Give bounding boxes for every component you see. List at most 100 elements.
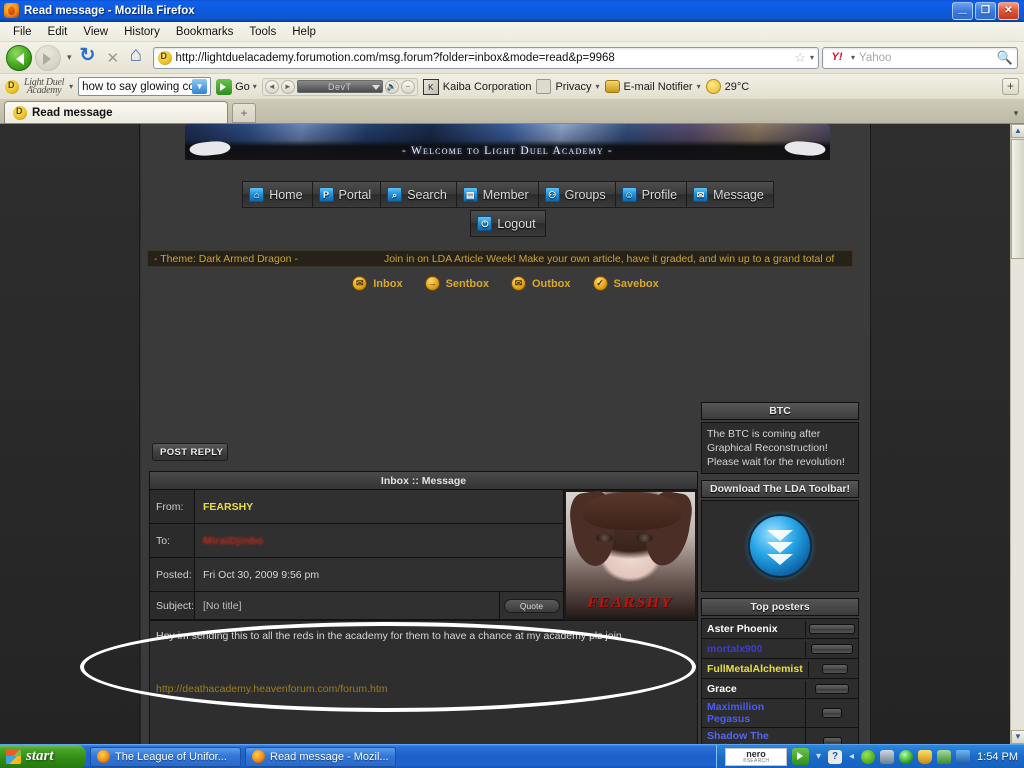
home-icon[interactable]: [128, 43, 150, 69]
top-poster-name[interactable]: Grace: [702, 680, 806, 697]
lda-toolbar-dropdown-icon[interactable]: ▾: [69, 82, 73, 91]
minimize-button[interactable]: _: [952, 0, 973, 20]
new-tab-button[interactable]: +: [232, 103, 256, 123]
nav-button-search[interactable]: ⌕ Search: [380, 181, 457, 208]
tray-caret-icon[interactable]: ▾: [814, 751, 823, 762]
tab-list-dropdown-icon[interactable]: ▾: [1008, 101, 1024, 123]
taskbar-item-league[interactable]: The League of Unifor...: [90, 746, 241, 767]
top-poster-name[interactable]: Shadow The Hedgehog: [702, 728, 806, 744]
network-icon[interactable]: [880, 749, 895, 764]
top-poster-name[interactable]: Maximillion Pegasus: [702, 699, 806, 727]
yahoo-icon: Y!: [827, 51, 847, 64]
url-input[interactable]: http://lightduelacademy.forumotion.com/m…: [176, 52, 791, 64]
magnifier-icon[interactable]: 🔍: [997, 50, 1013, 66]
taskbar-item-read-message[interactable]: Read message - Mozil...: [245, 746, 396, 767]
toolbar-go-button[interactable]: Go ▾: [216, 78, 257, 95]
nav-button-profile[interactable]: ☺ Profile: [614, 181, 688, 208]
ext-item-weather[interactable]: 29°C: [705, 79, 749, 94]
search-input[interactable]: Yahoo: [859, 52, 993, 64]
menu-history[interactable]: History: [117, 24, 167, 40]
table-row[interactable]: Maximillion Pegasus: [702, 699, 858, 728]
search-engine-dropdown-icon[interactable]: ▾: [851, 53, 855, 62]
nav-button-member[interactable]: ▤ Member: [455, 181, 539, 208]
top-poster-name[interactable]: FullMetalAlchemist: [702, 660, 809, 677]
devt-next-icon[interactable]: ►: [280, 79, 295, 94]
close-button[interactable]: ✕: [998, 1, 1019, 20]
search-bar[interactable]: Y! ▾ Yahoo 🔍: [822, 46, 1018, 69]
nav-button-home[interactable]: ⌂ Home: [242, 181, 313, 208]
to-value[interactable]: MiraiDjinbo: [203, 535, 263, 547]
devt-widget[interactable]: ◄ ► DevT 🔊 −: [261, 77, 418, 96]
devt-minus-icon[interactable]: −: [400, 79, 415, 94]
ext-item-email-notifier[interactable]: E-mail Notifier ▾: [604, 80, 701, 93]
tab-label: Read message: [32, 106, 113, 119]
mailbox-link-sentbox[interactable]: → Sentbox: [424, 276, 489, 291]
forward-arrow-icon[interactable]: [35, 44, 61, 71]
post-reply-button[interactable]: POST REPLY: [152, 443, 228, 461]
menu-file[interactable]: File: [6, 24, 39, 40]
antivirus-icon[interactable]: [937, 749, 952, 764]
mailbox-link-outbox[interactable]: ✉ Outbox: [511, 276, 571, 291]
top-poster-name[interactable]: Aster Phoenix: [702, 620, 806, 637]
system-clock[interactable]: 1:54 PM: [975, 751, 1018, 763]
msn-icon[interactable]: [861, 749, 876, 764]
back-arrow-icon[interactable]: [6, 44, 32, 71]
toolbar-search-input[interactable]: how to say glowing colors ▼: [78, 77, 212, 96]
from-value[interactable]: FEARSHY: [203, 501, 253, 513]
quote-button[interactable]: Quote: [503, 598, 560, 613]
savebox-icon: ✓: [592, 276, 608, 291]
go-arrow-icon[interactable]: [792, 748, 810, 765]
nav-button-portal[interactable]: P Portal: [311, 181, 382, 208]
nav-button-groups[interactable]: ⚇ Groups: [537, 181, 616, 208]
reload-icon[interactable]: [78, 44, 100, 69]
vertical-scrollbar[interactable]: ▲ ▼: [1010, 124, 1024, 744]
download-chevrons-icon[interactable]: [748, 514, 812, 578]
nero-search-widget[interactable]: nero ®SEARCH: [725, 747, 788, 766]
history-dropdown-icon[interactable]: ▾: [64, 52, 75, 63]
privacy-dropdown-icon[interactable]: ▾: [596, 82, 600, 91]
menu-help[interactable]: Help: [285, 24, 323, 40]
lda-toolbar-panel-body[interactable]: [701, 500, 859, 592]
shield-icon[interactable]: [918, 749, 933, 764]
scroll-down-button[interactable]: ▼: [1011, 730, 1024, 744]
go-dropdown-icon[interactable]: ▾: [253, 82, 257, 91]
toolbar-search-dropdown-icon[interactable]: ▼: [192, 79, 208, 94]
start-button[interactable]: start: [0, 744, 86, 768]
subject-value: [No title]: [203, 599, 242, 612]
ext-item-privacy[interactable]: Privacy ▾: [536, 79, 600, 94]
menu-view[interactable]: View: [76, 24, 115, 40]
table-row[interactable]: mortalx900: [702, 639, 858, 659]
devt-select[interactable]: DevT: [296, 80, 383, 93]
mailbox-link-inbox[interactable]: ✉ Inbox: [352, 276, 403, 291]
table-row[interactable]: Shadow The Hedgehog: [702, 728, 858, 744]
help-icon[interactable]: ?: [828, 749, 843, 764]
tray-expand-icon[interactable]: ◂: [847, 751, 856, 762]
scrollbar-thumb[interactable]: [1011, 139, 1024, 259]
scroll-up-button[interactable]: ▲: [1011, 124, 1024, 138]
mailbox-link-savebox[interactable]: ✓ Savebox: [592, 276, 659, 291]
devt-sound-icon[interactable]: 🔊: [384, 79, 399, 94]
menu-bookmarks[interactable]: Bookmarks: [169, 24, 241, 40]
devt-prev-icon[interactable]: ◄: [264, 79, 279, 94]
menu-tools[interactable]: Tools: [242, 24, 283, 40]
table-row[interactable]: FullMetalAlchemist: [702, 659, 858, 679]
url-bar[interactable]: http://lightduelacademy.forumotion.com/m…: [152, 46, 819, 69]
page-viewport: - Welcome to Light Duel Academy - ⌂ Home…: [0, 124, 1024, 744]
table-row[interactable]: Aster Phoenix: [702, 619, 858, 639]
bookmark-star-icon[interactable]: ☆: [794, 50, 806, 66]
toolbar-add-button[interactable]: +: [1002, 78, 1019, 95]
stop-icon[interactable]: [103, 47, 125, 69]
ext-item-kaiba-corporation[interactable]: K Kaiba Corporation: [422, 78, 531, 95]
nav-button-logout[interactable]: ⏻ Logout: [470, 210, 546, 237]
maximize-button[interactable]: ❐: [975, 1, 996, 20]
email-dropdown-icon[interactable]: ▾: [697, 82, 701, 91]
menu-edit[interactable]: Edit: [41, 24, 75, 40]
table-row[interactable]: Grace: [702, 679, 858, 699]
message-body-link[interactable]: http://deathacademy.heavenforum.com/foru…: [156, 682, 691, 697]
top-poster-name[interactable]: mortalx900: [702, 640, 806, 657]
volume-icon[interactable]: [956, 749, 971, 764]
url-dropdown-icon[interactable]: ▾: [810, 53, 814, 62]
media-icon[interactable]: [899, 749, 914, 764]
nav-button-message[interactable]: ✉ Message: [686, 181, 774, 208]
tab-read-message[interactable]: Read message: [4, 101, 228, 123]
